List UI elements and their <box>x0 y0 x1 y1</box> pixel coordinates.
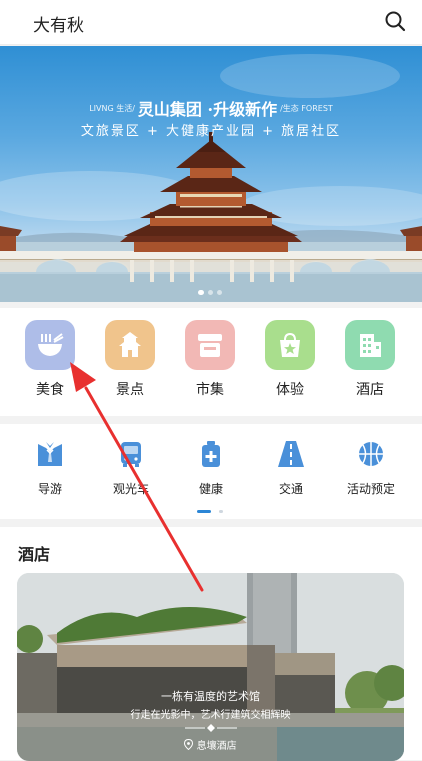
hotel-building-icon <box>360 334 381 357</box>
hotel-photo <box>17 573 404 761</box>
category-label: 体验 <box>276 382 304 398</box>
bus-icon <box>121 442 141 467</box>
category-label: 美食 <box>36 382 64 398</box>
carousel-dot[interactable] <box>217 290 222 295</box>
page-dot <box>219 510 224 513</box>
category-grid: 美食 景点 市集 体验 酒店 <box>0 308 422 416</box>
pagoda-icon <box>119 332 141 357</box>
service-event-booking[interactable]: 活动预定 <box>333 438 409 497</box>
hero-banner[interactable]: LIVNG 生活/灵山集团 ·升级新作/生态 FOREST 文旅景区 + 大健康… <box>0 46 422 302</box>
hotel-card[interactable]: 一栋有温度的艺术馆 行走在光影中，艺术行建筑交相辉映 息壤酒店 <box>17 573 404 761</box>
service-label: 观光车 <box>112 482 149 496</box>
star-bag-icon <box>280 332 300 357</box>
service-label: 交通 <box>278 482 303 496</box>
section-title: 酒店 <box>18 545 51 564</box>
category-attractions[interactable]: 景点 <box>100 320 160 399</box>
service-row: 导游 观光车 健康 交通 活动预定 <box>0 424 422 519</box>
hotel-name: 息壤酒店 <box>196 741 237 752</box>
category-label: 市集 <box>196 382 224 398</box>
medical-kit-icon <box>202 441 220 467</box>
search-icon[interactable] <box>384 10 406 32</box>
category-label: 景点 <box>116 382 144 398</box>
carousel-indicator <box>198 280 226 299</box>
category-label: 酒店 <box>356 382 384 398</box>
top-bar: 大有秋 <box>0 0 422 45</box>
category-market[interactable]: 市集 <box>180 320 240 399</box>
hotel-caption-subtitle: 行走在光影中，艺术行建筑交相辉映 <box>130 710 291 721</box>
hotel-section: 酒店 一栋有温度的艺术馆 行走在光影中，艺术行建筑交相辉映 息壤酒店 <box>0 527 422 761</box>
banner-left-tag: LIVNG 生活/ <box>89 103 135 113</box>
service-label: 健康 <box>198 482 223 496</box>
market-stall-icon <box>198 334 222 357</box>
banner-right-tag: /生态 FOREST <box>280 103 333 113</box>
basketball-icon <box>359 442 383 466</box>
noodle-bowl-icon <box>38 333 64 356</box>
banner-title: 灵山集团 ·升级新作 <box>137 100 278 119</box>
hotel-name-row: 息壤酒店 <box>17 737 404 752</box>
category-tile[interactable] <box>105 320 155 370</box>
location-pin-icon <box>184 738 194 751</box>
banner-headline: LIVNG 生活/灵山集团 ·升级新作/生态 FOREST <box>0 96 422 120</box>
road-icon <box>278 441 304 467</box>
hotel-caption-title: 一栋有温度的艺术馆 <box>161 690 260 703</box>
banner-subline: 文旅景区 + 大健康产业园 + 旅居社区 <box>80 124 342 139</box>
carousel-dot[interactable] <box>208 290 213 295</box>
service-transport[interactable]: 交通 <box>253 438 329 497</box>
carousel-dot[interactable] <box>198 290 204 295</box>
service-sightseeing-bus[interactable]: 观光车 <box>93 438 169 497</box>
service-label: 导游 <box>37 482 62 496</box>
page-title: 大有秋 <box>33 16 84 36</box>
guide-icon <box>38 442 62 466</box>
page-dot-active <box>197 510 211 513</box>
category-experience[interactable]: 体验 <box>260 320 320 399</box>
category-tile[interactable] <box>345 320 395 370</box>
ornament-divider <box>185 724 237 732</box>
category-hotel[interactable]: 酒店 <box>340 320 400 399</box>
category-tile[interactable] <box>185 320 235 370</box>
service-label: 活动预定 <box>346 482 395 496</box>
service-guide[interactable]: 导游 <box>12 438 88 497</box>
category-tile[interactable] <box>265 320 315 370</box>
category-food[interactable]: 美食 <box>20 320 80 399</box>
banner-image <box>0 54 422 302</box>
service-health[interactable]: 健康 <box>173 438 249 497</box>
category-tile[interactable] <box>25 320 75 370</box>
